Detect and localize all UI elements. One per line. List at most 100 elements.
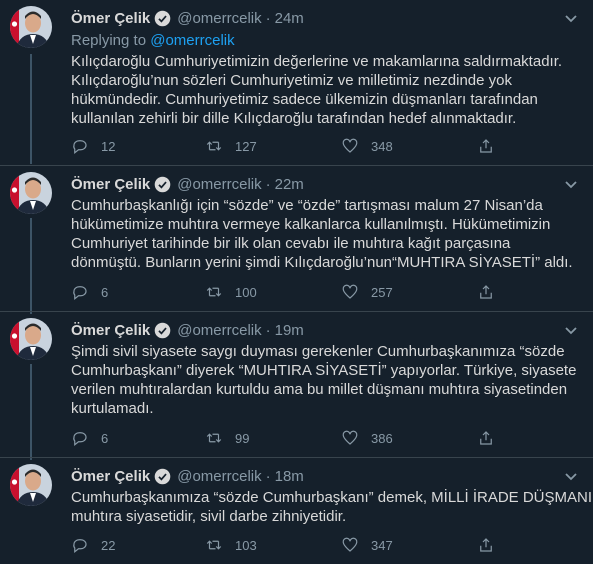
reply-count: 22	[101, 537, 116, 553]
reply-count: 6	[101, 430, 109, 446]
tweet-text-line: Cumhurbaşkanımıza “sözde Cumhurbaşkanı” …	[71, 489, 593, 506]
retweet-icon	[206, 141, 222, 151]
separator-dot: ·	[265, 9, 271, 27]
verified-badge-icon	[154, 468, 171, 485]
retweet-icon	[206, 540, 222, 550]
tweet[interactable]: Ömer Çelik @omerrcelik · 19m Şimdi sivil…	[0, 312, 593, 460]
tweet-thread: Ömer Çelik @omerrcelik · 24m Replying to…	[0, 0, 593, 564]
author-handle[interactable]: @omerrcelik	[177, 468, 261, 485]
reply-mention-link[interactable]: @omerrcelik	[150, 32, 234, 49]
like-button[interactable]: 348	[341, 136, 393, 156]
like-count: 386	[371, 430, 393, 446]
reply-icon	[73, 140, 87, 154]
share-button[interactable]	[477, 136, 495, 156]
author-name[interactable]: Ömer Çelik	[71, 10, 150, 27]
author-name[interactable]: Ömer Çelik	[71, 176, 150, 193]
reply-icon	[73, 539, 87, 553]
retweet-button[interactable]: 127	[205, 136, 257, 156]
avatar[interactable]	[10, 6, 52, 48]
thread-connector	[30, 54, 32, 164]
like-button[interactable]: 347	[341, 535, 393, 555]
retweet-icon	[206, 287, 222, 297]
share-button[interactable]	[477, 535, 495, 555]
heart-icon	[342, 138, 358, 153]
reply-icon	[73, 286, 87, 300]
avatar[interactable]	[10, 172, 52, 214]
thread-connector	[30, 218, 32, 314]
tweet-text-line: dönmüştü. Bunların yerini şimdi Kılıçdar…	[71, 254, 573, 271]
author-name[interactable]: Ömer Çelik	[71, 468, 150, 485]
verified-badge-icon	[154, 10, 171, 27]
author-handle[interactable]: @omerrcelik	[177, 10, 261, 27]
like-count: 348	[371, 138, 393, 154]
share-icon	[480, 285, 492, 299]
like-button[interactable]: 386	[341, 428, 393, 448]
tweet-text-line: hükmündedir. Cumhuriyetimiz sadece ülkem…	[71, 91, 538, 108]
share-icon	[480, 538, 492, 552]
author-name[interactable]: Ömer Çelik	[71, 322, 150, 339]
tweet-header: Ömer Çelik @omerrcelik · 24m	[71, 8, 304, 28]
reply-button[interactable]: 6	[71, 282, 108, 302]
like-count: 347	[371, 537, 393, 553]
separator-dot: ·	[265, 467, 271, 485]
tweet-text: Cumhurbaşkanımıza “sözde Cumhurbaşkanı” …	[71, 488, 593, 526]
tweet[interactable]: Ömer Çelik @omerrcelik · 24m Replying to…	[0, 0, 593, 164]
tweet-text-line: Cumhuriyet tarihinde bir ilk olan cevabı…	[71, 235, 511, 252]
chevron-down-icon[interactable]	[561, 466, 581, 486]
verified-badge-icon	[154, 176, 171, 193]
tweet-text-line: kullanılan zehirli bir dille Kılıçdaroğl…	[71, 110, 517, 127]
retweet-button[interactable]: 103	[205, 535, 257, 555]
author-handle[interactable]: @omerrcelik	[177, 322, 261, 339]
timestamp[interactable]: 19m	[275, 322, 304, 339]
reply-button[interactable]: 22	[71, 535, 115, 555]
separator-dot: ·	[265, 175, 271, 193]
retweet-count: 100	[235, 284, 257, 300]
tweet-header: Ömer Çelik @omerrcelik · 19m	[71, 320, 304, 340]
share-icon	[480, 431, 492, 445]
timestamp[interactable]: 24m	[275, 10, 304, 27]
tweet-text-line: muhtıra siyasetidir, sivil darbe zihniye…	[71, 508, 347, 525]
chevron-down-icon[interactable]	[561, 320, 581, 340]
reply-icon	[73, 432, 87, 446]
tweet-text: Kılıçdaroğlu Cumhuriyetimizin değerlerin…	[71, 52, 591, 128]
like-count: 257	[371, 284, 393, 300]
tweet-text-line: Cumhurbaşkanı” diyerek “MUHTIRA SİYASETİ…	[71, 362, 577, 379]
tweet-text-line: Kılıçdaroğlu’nun sözleri Cumhuriyetimiz …	[71, 72, 513, 89]
reply-button[interactable]: 12	[71, 136, 115, 156]
like-button[interactable]: 257	[341, 282, 393, 302]
heart-icon	[342, 284, 358, 299]
retweet-button[interactable]: 100	[205, 282, 257, 302]
avatar[interactable]	[10, 318, 52, 360]
tweet[interactable]: Ömer Çelik @omerrcelik · 18m Cumhurbaşka…	[0, 458, 593, 564]
avatar[interactable]	[10, 464, 52, 506]
tweet-text-line: verilen muhtıralardan kurtuldu ama bu mi…	[71, 381, 568, 398]
author-handle[interactable]: @omerrcelik	[177, 176, 261, 193]
share-button[interactable]	[477, 282, 495, 302]
reply-count: 12	[101, 138, 116, 154]
reply-button[interactable]: 6	[71, 428, 108, 448]
heart-icon	[342, 430, 358, 445]
chevron-down-icon[interactable]	[561, 174, 581, 194]
tweet-text-line: Cumhurbaşkanlığı için “sözde” ve “özde” …	[71, 197, 543, 214]
replying-to-label: Replying to	[71, 32, 147, 49]
tweet-text-line: hükümetimize muhtıra vermeye kalkanlarca…	[71, 216, 551, 233]
timestamp[interactable]: 22m	[275, 176, 304, 193]
chevron-down-icon[interactable]	[561, 8, 581, 28]
retweet-count: 99	[235, 430, 250, 446]
retweet-button[interactable]: 99	[205, 428, 249, 448]
tweet-text: Cumhurbaşkanlığı için “sözde” ve “özde” …	[71, 196, 591, 272]
tweet-text-line: kurtulamadı.	[71, 400, 154, 417]
tweet-text-line: Kılıçdaroğlu Cumhuriyetimizin değerlerin…	[71, 53, 563, 70]
separator-dot: ·	[265, 321, 271, 339]
thread-connector	[30, 364, 32, 460]
share-button[interactable]	[477, 428, 495, 448]
heart-icon	[342, 537, 358, 552]
retweet-count: 127	[235, 138, 257, 154]
tweet[interactable]: Ömer Çelik @omerrcelik · 22m Cumhurbaşka…	[0, 166, 593, 314]
retweet-icon	[206, 433, 222, 443]
tweet-header: Ömer Çelik @omerrcelik · 22m	[71, 174, 304, 194]
tweet-header: Ömer Çelik @omerrcelik · 18m	[71, 466, 304, 486]
tweet-text: Şimdi sivil siyasete saygı duyması gerek…	[71, 342, 591, 418]
verified-badge-icon	[154, 322, 171, 339]
timestamp[interactable]: 18m	[275, 468, 304, 485]
